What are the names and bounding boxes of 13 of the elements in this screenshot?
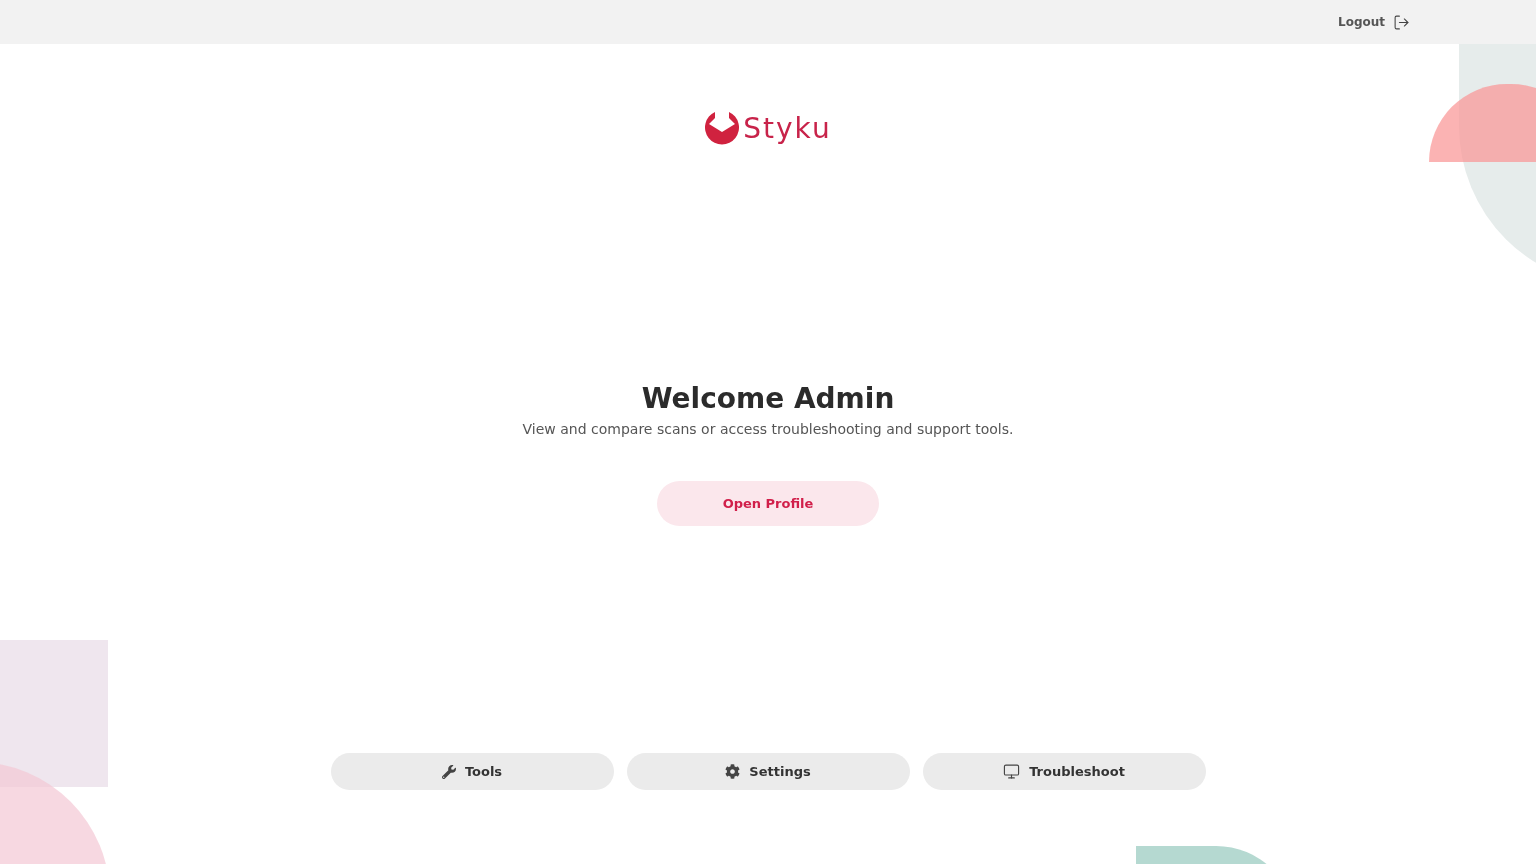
- open-profile-button[interactable]: Open Profile: [657, 481, 879, 526]
- wrench-icon: [441, 764, 456, 779]
- logo-icon: [704, 110, 741, 146]
- logo-text: Styku: [743, 111, 832, 145]
- logout-button[interactable]: Logout: [1338, 9, 1410, 35]
- welcome-subtitle: View and compare scans or access troubleshooting and support tools.: [522, 421, 1014, 437]
- gear-icon: [725, 764, 741, 779]
- monitor-icon: [1003, 763, 1021, 780]
- welcome-title: Welcome Admin: [641, 382, 895, 415]
- action-button[interactable]: Settings: [626, 753, 910, 790]
- action-button[interactable]: Tools: [330, 753, 614, 790]
- logout-icon: [1393, 13, 1410, 31]
- action-button[interactable]: Troubleshoot: [922, 753, 1206, 790]
